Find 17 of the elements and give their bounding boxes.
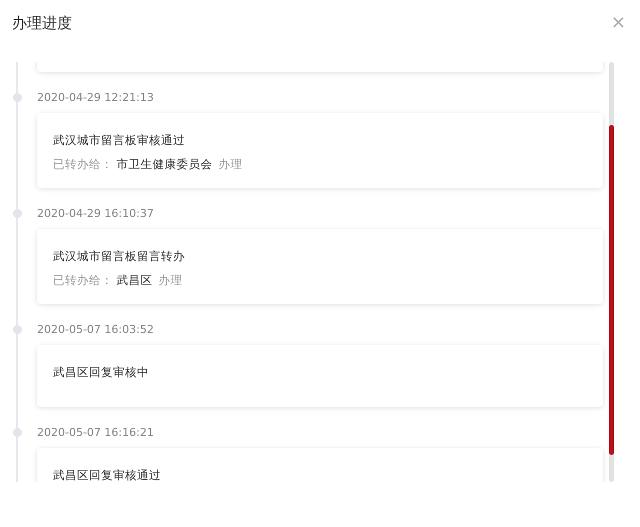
step-title: 武汉城市留言板留言转办 — [53, 249, 186, 264]
transfer-target: 市卫生健康委员会 — [116, 157, 213, 171]
transfer-label: 已转办给： — [53, 273, 113, 287]
transfer-label: 已转办给： — [53, 157, 113, 171]
scrollbar[interactable] — [609, 62, 614, 482]
transfer-target: 武昌区 — [116, 273, 153, 287]
transfer-action: 办理 — [158, 273, 182, 287]
close-button[interactable]: × — [610, 14, 626, 32]
step-title: 武汉城市留言板审核通过 — [53, 133, 186, 148]
transfer-action: 办理 — [218, 157, 242, 171]
timestamp: 2020-04-29 12:21:13 — [37, 90, 154, 104]
timestamp: 2020-04-29 16:10:37 — [37, 206, 154, 220]
dialog-title: 办理进度 — [12, 14, 72, 32]
timestamp: 2020-05-07 16:03:52 — [37, 322, 154, 336]
step-title: 武昌区回复审核通过 — [53, 468, 162, 482]
timestamp: 2020-05-07 16:16:21 — [37, 426, 154, 438]
step-title: 武昌区回复审核中 — [53, 365, 150, 380]
